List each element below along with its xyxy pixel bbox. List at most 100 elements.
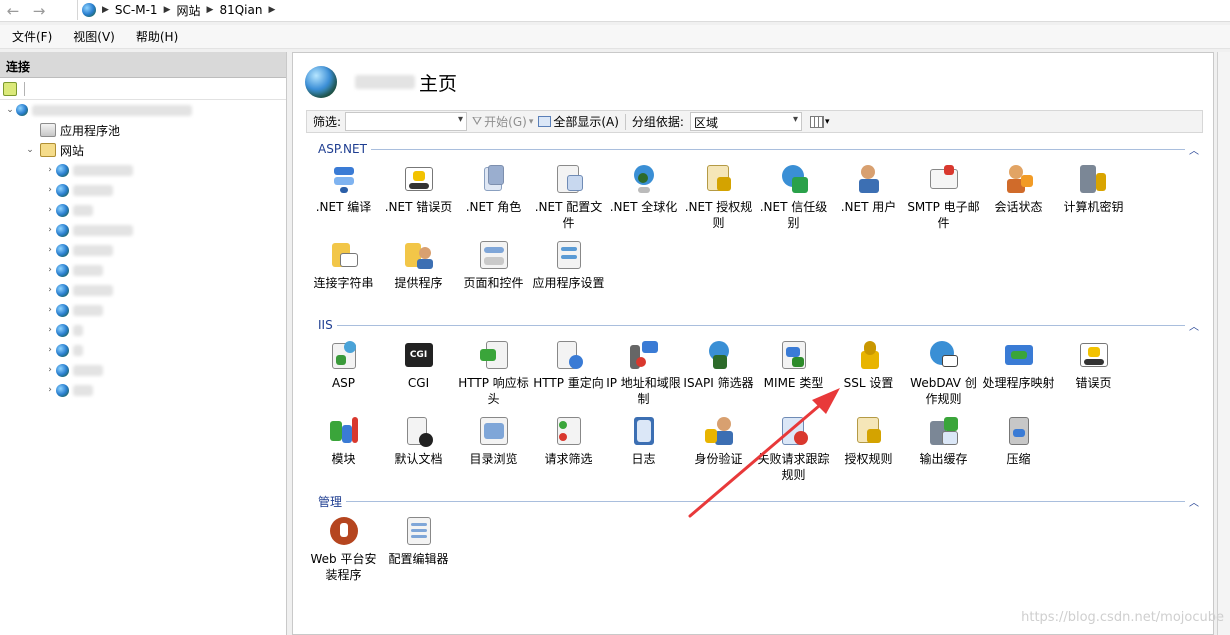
feature-output-caching[interactable]: 输出缓存 — [906, 415, 981, 467]
menu-file[interactable]: 文件(F) — [0, 28, 61, 45]
chevron-right-icon[interactable]: › — [44, 265, 56, 275]
tree-site[interactable]: › — [0, 320, 286, 340]
feature-cgi[interactable]: CGI CGI — [381, 339, 456, 391]
feature-dotnet-error-page[interactable]: .NET 错误页 — [381, 163, 456, 215]
feature-dotnet-users[interactable]: .NET 用户 — [831, 163, 906, 215]
sites-label: 网站 — [60, 143, 85, 158]
collapse-icon[interactable]: ︿ — [1185, 142, 1203, 157]
feature-modules[interactable]: 模块 — [306, 415, 381, 467]
feature-authentication[interactable]: 身份验证 — [681, 415, 756, 467]
tree-site[interactable]: › — [0, 160, 286, 180]
group-management[interactable]: 管理 ︿ — [306, 493, 1203, 509]
site-globe-icon — [56, 303, 69, 317]
crumb-site[interactable]: 81Qian — [219, 3, 262, 17]
tree-site[interactable]: › — [0, 180, 286, 200]
chevron-right-icon[interactable]: › — [44, 185, 56, 195]
feature-session-state[interactable]: 会话状态 — [981, 163, 1056, 215]
crumb-server[interactable]: SC-M-1 — [115, 3, 158, 17]
feature-dotnet-globalization[interactable]: .NET 全球化 — [606, 163, 681, 215]
feature-handler-mappings[interactable]: 处理程序映射 — [981, 339, 1056, 391]
chevron-right-icon[interactable]: › — [44, 325, 56, 335]
dropdown-icon[interactable]: ▾ — [825, 117, 830, 127]
group-by-select[interactable]: 区域 — [689, 112, 802, 131]
group-iis[interactable]: IIS ︿ — [306, 317, 1203, 333]
collapse-icon[interactable]: ︿ — [1185, 318, 1203, 333]
feature-app-settings[interactable]: 应用程序设置 — [531, 239, 606, 291]
tree-site[interactable]: › — [0, 300, 286, 320]
chevron-right-icon[interactable]: › — [44, 225, 56, 235]
feature-mime-types[interactable]: MIME 类型 — [756, 339, 831, 391]
feature-compression[interactable]: 压缩 — [981, 415, 1056, 467]
feature-logging[interactable]: 日志 — [606, 415, 681, 467]
start-label: 开始(G) — [484, 115, 527, 129]
collapse-icon[interactable]: ︿ — [1185, 494, 1203, 509]
feature-webdav[interactable]: WebDAV 创作规则 — [906, 339, 981, 407]
feature-connection-strings[interactable]: 连接字符串 — [306, 239, 381, 291]
feature-http-redirect[interactable]: HTTP 重定向 — [531, 339, 606, 391]
menu-view[interactable]: 视图(V) — [61, 28, 124, 45]
feature-machine-key[interactable]: 计算机密钥 — [1056, 163, 1131, 215]
connect-icon[interactable] — [3, 81, 17, 96]
feature-dotnet-trust[interactable]: .NET 信任级别 — [756, 163, 831, 231]
feature-label: .NET 编译 — [315, 200, 372, 214]
connections-toolbar — [0, 78, 286, 100]
chevron-down-icon[interactable]: ⌄ — [4, 105, 16, 115]
smtp-email-icon — [928, 163, 960, 195]
feature-pages-controls[interactable]: 页面和控件 — [456, 239, 531, 291]
chevron-right-icon[interactable]: › — [44, 245, 56, 255]
tree-site[interactable]: › — [0, 380, 286, 400]
chevron-down-icon[interactable]: ⌄ — [24, 145, 36, 155]
feature-authorization-rules[interactable]: 授权规则 — [831, 415, 906, 467]
feature-dotnet-authorization[interactable]: .NET 授权规则 — [681, 163, 756, 231]
feature-web-platform-installer[interactable]: Web 平台安装程序 — [306, 515, 381, 583]
tree-server[interactable]: ⌄ — [0, 100, 286, 120]
site-globe-icon — [56, 383, 69, 397]
tree-site[interactable]: › — [0, 240, 286, 260]
chevron-right-icon[interactable]: › — [44, 285, 56, 295]
feature-failed-request-tracing[interactable]: 失败请求跟踪规则 — [756, 415, 831, 483]
tree-app-pool[interactable]: 应用程序池 — [0, 120, 286, 140]
feature-default-document[interactable]: 默认文档 — [381, 415, 456, 467]
feature-dotnet-compile[interactable]: .NET 编译 — [306, 163, 381, 215]
group-aspnet[interactable]: ASP.NET ︿ — [306, 141, 1203, 157]
feature-http-response-headers[interactable]: HTTP 响应标头 — [456, 339, 531, 407]
feature-ssl-settings[interactable]: SSL 设置 — [831, 339, 906, 391]
feature-dotnet-roles[interactable]: .NET 角色 — [456, 163, 531, 215]
view-mode-icon[interactable] — [809, 115, 824, 128]
crumb-sites[interactable]: 网站 — [177, 2, 201, 19]
feature-isapi-filters[interactable]: ISAPI 筛选器 — [681, 339, 756, 391]
feature-configuration-editor[interactable]: 配置编辑器 — [381, 515, 456, 567]
feature-directory-browsing[interactable]: 目录浏览 — [456, 415, 531, 467]
filter-input[interactable] — [345, 112, 468, 131]
chevron-right-icon[interactable]: › — [44, 305, 56, 315]
feature-label: 模块 — [331, 452, 356, 466]
back-arrow-icon[interactable]: ← — [0, 0, 26, 22]
show-all-icon — [538, 116, 552, 127]
feature-smtp-email[interactable]: SMTP 电子邮件 — [906, 163, 981, 231]
tree-site[interactable]: › — [0, 200, 286, 220]
chevron-right-icon[interactable]: › — [44, 165, 56, 175]
tree-site[interactable]: › — [0, 220, 286, 240]
feature-request-filtering[interactable]: 请求筛选 — [531, 415, 606, 467]
feature-ip-domain-restrictions[interactable]: IP 地址和域限制 — [606, 339, 681, 407]
chevron-right-icon[interactable]: › — [44, 345, 56, 355]
feature-asp[interactable]: ASP — [306, 339, 381, 391]
feature-error-pages[interactable]: 错误页 — [1056, 339, 1131, 391]
show-all-button[interactable]: 全部显示(A) — [533, 113, 619, 130]
chevron-right-icon[interactable]: › — [44, 385, 56, 395]
tree-site[interactable]: › — [0, 260, 286, 280]
feature-providers[interactable]: 提供程序 — [381, 239, 456, 291]
forward-arrow-icon[interactable]: → — [26, 0, 52, 22]
failed-request-tracing-icon — [778, 415, 810, 447]
start-button[interactable]: ⛛ 开始(G) ▾ — [467, 113, 533, 130]
tree-site[interactable]: › — [0, 280, 286, 300]
feature-dotnet-profile[interactable]: .NET 配置文件 — [531, 163, 606, 231]
feature-label: 授权规则 — [844, 452, 893, 466]
tree-site[interactable]: › — [0, 340, 286, 360]
chevron-right-icon[interactable]: › — [44, 205, 56, 215]
tree-sites[interactable]: ⌄ 网站 — [0, 140, 286, 160]
chevron-right-icon[interactable]: › — [44, 365, 56, 375]
tree-site[interactable]: › — [0, 360, 286, 380]
breadcrumb[interactable]: ▶ SC-M-1 ▶ 网站 ▶ 81Qian ▶ — [77, 0, 1230, 20]
menu-help[interactable]: 帮助(H) — [124, 28, 187, 45]
